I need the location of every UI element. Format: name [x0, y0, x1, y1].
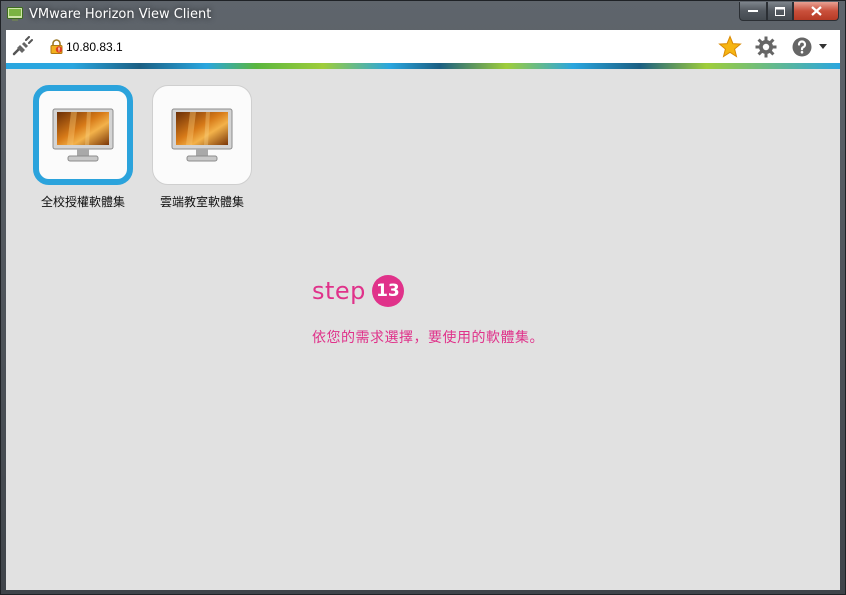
step-indicator: step 13: [312, 275, 404, 307]
toolbar: 10.80.83.1: [6, 30, 840, 63]
minimize-button[interactable]: [739, 2, 767, 21]
step-number-badge: 13: [371, 275, 404, 307]
window-controls: [739, 2, 839, 22]
step-word: step: [312, 277, 366, 305]
minimize-icon: [748, 10, 758, 12]
lock-icon: [50, 39, 63, 54]
monitor-icon: [52, 108, 114, 162]
desktop-item[interactable]: 全校授權軟體集: [28, 85, 138, 210]
vmware-app-icon: [7, 7, 23, 21]
desktop-tile-selected[interactable]: [33, 85, 133, 185]
desktop-label: 全校授權軟體集: [40, 195, 125, 209]
app-window: VMware Horizon View Client 10.80.83.1 全校…: [0, 0, 846, 595]
plug-icon[interactable]: [12, 36, 34, 56]
monitor-icon: [171, 108, 233, 162]
chevron-down-icon[interactable]: [819, 44, 827, 49]
close-icon: [810, 6, 822, 16]
desktop-tile[interactable]: [152, 85, 252, 185]
close-button[interactable]: [793, 2, 839, 21]
desktop-selection-area: 全校授權軟體集 雲端教室軟體集 step 13 依您的需求選擇，要使用的軟體集。: [6, 69, 840, 590]
gear-icon[interactable]: [755, 36, 777, 58]
window-title: VMware Horizon View Client: [29, 7, 212, 22]
server-address: 10.80.83.1: [66, 40, 123, 54]
star-icon[interactable]: [718, 35, 742, 59]
desktop-item[interactable]: 雲端教室軟體集: [147, 85, 257, 210]
instruction-text: 依您的需求選擇，要使用的軟體集。: [312, 330, 544, 346]
title-bar[interactable]: VMware Horizon View Client: [1, 1, 845, 29]
maximize-button[interactable]: [767, 2, 793, 21]
maximize-icon: [775, 6, 785, 16]
desktop-label: 雲端教室軟體集: [159, 195, 244, 209]
help-icon[interactable]: [792, 37, 812, 57]
